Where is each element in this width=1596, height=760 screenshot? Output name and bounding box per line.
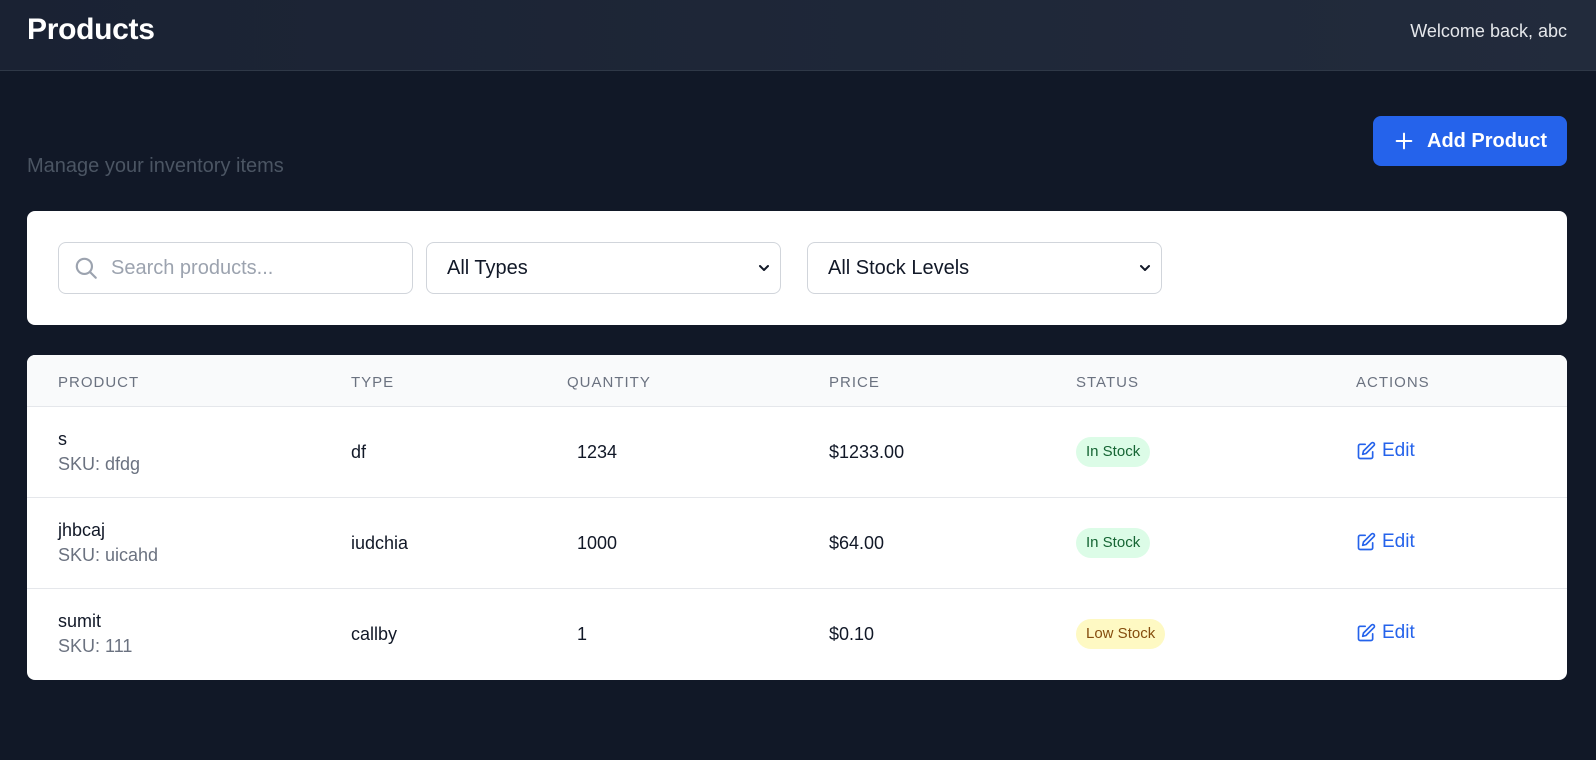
product-quantity: 1000 [577, 533, 618, 553]
top-bar: Products Welcome back, abc [0, 0, 1596, 71]
edit-label: Edit [1382, 622, 1415, 643]
products-table: PRODUCT TYPE QUANTITY PRICE STATUS ACTIO… [27, 355, 1567, 680]
edit-label: Edit [1382, 531, 1415, 552]
search-box[interactable] [58, 242, 413, 294]
search-icon [75, 257, 97, 279]
status-badge: Low Stock [1076, 619, 1166, 649]
type-filter-value: All Types [447, 256, 528, 279]
table-row: s SKU: dfdg df 1234 $1233.00 In Stock Ed… [27, 407, 1567, 498]
page-title: Products [27, 13, 155, 46]
product-quantity: 1234 [577, 442, 618, 462]
product-type: callby [351, 624, 398, 644]
column-header-quantity: QUANTITY [567, 374, 651, 391]
column-header-status: STATUS [1076, 374, 1139, 391]
product-sku: SKU: 111 [58, 636, 133, 656]
stock-filter-value: All Stock Levels [828, 256, 970, 279]
edit-icon [1357, 441, 1376, 460]
page-subtitle: Manage your inventory items [27, 155, 284, 177]
product-name: s [58, 429, 67, 449]
column-header-product: PRODUCT [58, 374, 140, 391]
column-header-actions: ACTIONS [1356, 374, 1430, 391]
product-price: $0.10 [829, 624, 875, 644]
column-header-type: TYPE [351, 374, 395, 391]
add-product-button[interactable]: Add Product [1373, 116, 1567, 166]
stock-filter-select[interactable]: All Stock Levels [807, 242, 1162, 294]
plus-icon [1395, 132, 1413, 150]
edit-button[interactable]: Edit [1356, 440, 1415, 462]
type-filter-select[interactable]: All Types [426, 242, 781, 294]
product-name: sumit [58, 611, 102, 631]
add-product-label: Add Product [1427, 129, 1547, 152]
product-sku: SKU: uicahd [58, 545, 159, 565]
product-quantity: 1 [577, 624, 588, 644]
product-price: $1233.00 [829, 442, 905, 462]
status-badge: In Stock [1076, 437, 1151, 467]
table-row: sumit SKU: 111 callby 1 $0.10 Low Stock … [27, 589, 1567, 680]
chevron-down-icon [759, 265, 769, 271]
status-badge: In Stock [1076, 528, 1151, 558]
product-name: jhbcaj [58, 520, 106, 540]
column-header-price: PRICE [829, 374, 880, 391]
product-type: iudchia [351, 533, 409, 553]
table-row: jhbcaj SKU: uicahd iudchia 1000 $64.00 I… [27, 498, 1567, 589]
edit-button[interactable]: Edit [1356, 622, 1415, 644]
filter-panel: All Types All Stock Levels [27, 211, 1567, 325]
search-input[interactable] [111, 256, 401, 280]
product-type: df [351, 442, 367, 462]
edit-icon [1357, 623, 1376, 642]
welcome-message: Welcome back, abc [1410, 21, 1567, 41]
table-header: PRODUCT TYPE QUANTITY PRICE STATUS ACTIO… [27, 355, 1567, 407]
product-price: $64.00 [829, 533, 885, 553]
edit-button[interactable]: Edit [1356, 531, 1415, 553]
edit-label: Edit [1382, 440, 1415, 461]
product-sku: SKU: dfdg [58, 454, 141, 474]
edit-icon [1357, 532, 1376, 551]
chevron-down-icon [1140, 265, 1150, 271]
